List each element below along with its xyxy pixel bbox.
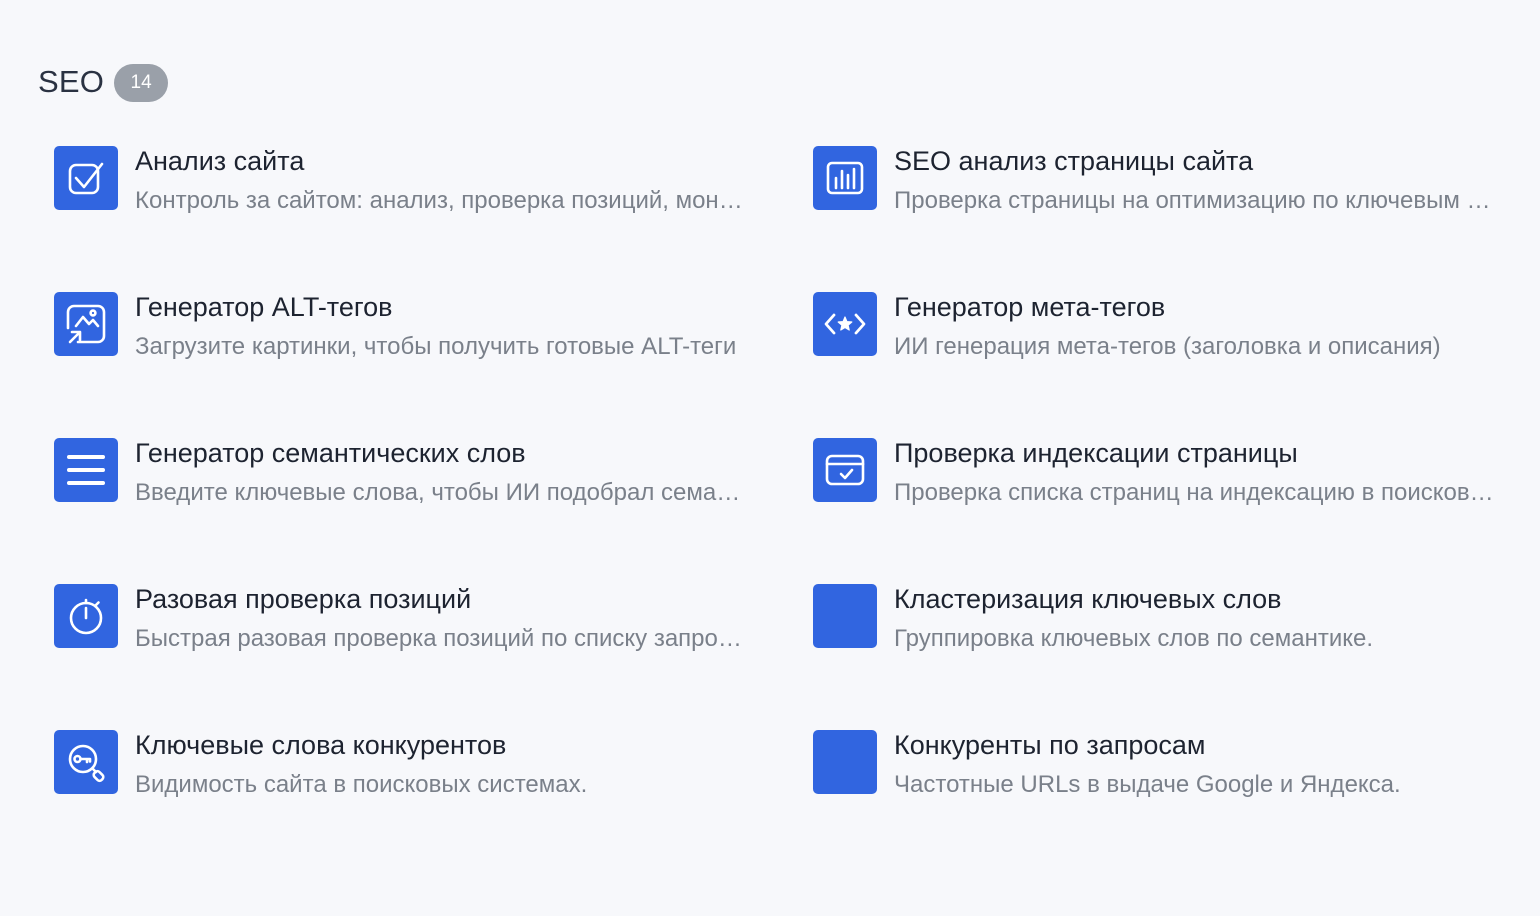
tool-description: Быстрая разовая проверка позиций по спис… (135, 625, 745, 652)
tool-title: Генератор мета-тегов (894, 292, 1166, 322)
tool-title: Проверка индексации страницы (894, 438, 1298, 468)
tool-description: Проверка страницы на оптимизацию по ключ… (894, 187, 1500, 214)
tool-description: Контроль за сайтом: анализ, проверка поз… (135, 187, 745, 214)
check-icon (54, 146, 118, 210)
tool-description: ИИ генерация мета-тегов (заголовка и опи… (894, 333, 1441, 360)
tool-seo-page-analysis[interactable]: SEO анализ страницы сайта Проверка стран… (813, 146, 1513, 217)
tool-title: Анализ сайта (135, 146, 305, 176)
tool-title: Кластеризация ключевых слов (894, 584, 1282, 614)
tool-meta-tag-generator[interactable]: Генератор мета-тегов ИИ генерация мета-т… (813, 292, 1513, 363)
bar-chart-icon (813, 146, 877, 210)
tool-keyword-clustering[interactable]: Кластеризация ключевых слов Группировка … (813, 584, 1513, 655)
tool-description: Частотные URLs в выдаче Google и Яндекса… (894, 771, 1401, 798)
menu-lines-icon (54, 438, 118, 502)
tool-one-time-position-check[interactable]: Разовая проверка позиций Быстрая разовая… (54, 584, 754, 655)
tool-alt-tag-generator[interactable]: Генератор ALT-тегов Загрузите картинки, … (54, 292, 754, 363)
tool-description: Видимость сайта в поисковых системах. (135, 771, 588, 798)
key-search-icon (54, 730, 118, 794)
tool-competitor-keywords[interactable]: Ключевые слова конкурентов Видимость сай… (54, 730, 754, 801)
tool-title: SEO анализ страницы сайта (894, 146, 1254, 176)
seo-tools-page: SEO 14 Анализ сайта Контроль за сайтом: … (0, 0, 1540, 916)
tool-semantic-word-generator[interactable]: Генератор семантических слов Введите клю… (54, 438, 754, 509)
tool-site-analysis[interactable]: Анализ сайта Контроль за сайтом: анализ,… (54, 146, 754, 217)
image-upload-icon (54, 292, 118, 356)
tool-query-competitors[interactable]: Конкуренты по запросам Частотные URLs в … (813, 730, 1513, 801)
tool-indexing-check[interactable]: Проверка индексации страницы Проверка сп… (813, 438, 1513, 509)
browser-check-icon (813, 438, 877, 502)
count-badge: 14 (114, 64, 169, 102)
tool-title: Ключевые слова конкурентов (135, 730, 507, 760)
tool-description: Введите ключевые слова, чтобы ИИ подобра… (135, 479, 745, 506)
section-header: SEO 14 (38, 62, 169, 102)
code-star-icon (813, 292, 877, 356)
section-title: SEO (38, 64, 105, 99)
blank-icon (813, 730, 877, 794)
tool-description: Группировка ключевых слов по семантике. (894, 625, 1374, 652)
tool-title: Генератор ALT-тегов (135, 292, 393, 322)
tool-title: Конкуренты по запросам (894, 730, 1206, 760)
tool-title: Разовая проверка позиций (135, 584, 472, 614)
tool-description: Загрузите картинки, чтобы получить готов… (135, 333, 737, 360)
stopwatch-icon (54, 584, 118, 648)
tool-title: Генератор семантических слов (135, 438, 526, 468)
blank-icon (813, 584, 877, 648)
tool-description: Проверка списка страниц на индексацию в … (894, 479, 1500, 506)
